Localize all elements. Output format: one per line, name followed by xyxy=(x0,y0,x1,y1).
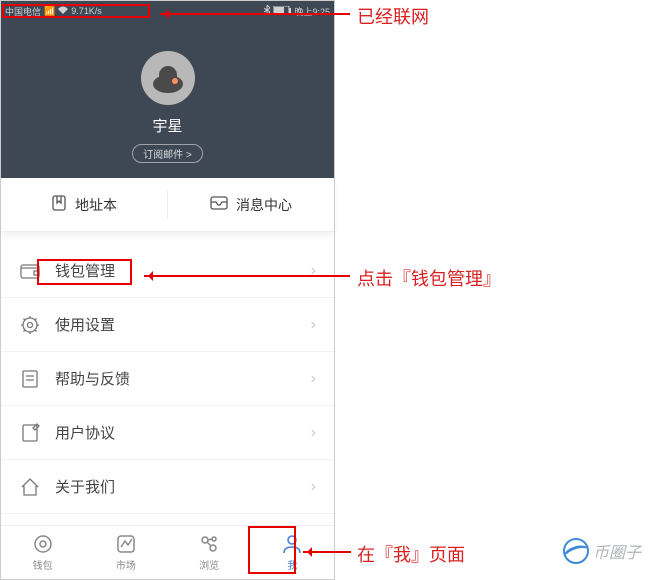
status-bar: 中国电信 📶 9.71K/s 晚上9:25 xyxy=(1,1,334,21)
tab-bar: 钱包 市场 浏览 我 xyxy=(1,525,334,579)
carrier-label: 中国电信 xyxy=(5,5,41,18)
menu-label: 使用设置 xyxy=(55,314,311,335)
browse-tab-icon xyxy=(198,533,220,555)
avatar[interactable] xyxy=(141,51,195,105)
tab-market[interactable]: 市场 xyxy=(84,526,167,579)
menu-settings[interactable]: 使用设置 › xyxy=(1,298,334,352)
profile-header: 宇星 订阅邮件 > xyxy=(1,21,334,178)
chevron-right-icon: › xyxy=(311,478,316,496)
tab-label: 浏览 xyxy=(199,557,219,572)
username: 宇星 xyxy=(152,115,182,136)
chevron-right-icon: › xyxy=(311,316,316,334)
speed-label: 9.71K/s xyxy=(71,6,102,16)
tab-label: 钱包 xyxy=(33,557,53,572)
bookmark-icon xyxy=(51,195,67,214)
annotation-connected: 已经联网 xyxy=(357,3,429,29)
tab-label: 市场 xyxy=(116,557,136,572)
wallet-tab-icon xyxy=(32,533,54,555)
inbox-icon xyxy=(210,196,228,213)
note-icon xyxy=(19,368,41,390)
home-icon xyxy=(19,476,41,498)
annotation-click-wallet: 点击『钱包管理』 xyxy=(357,265,501,291)
quick-row: 地址本 消息中心 xyxy=(1,178,334,232)
battery-icon xyxy=(273,6,291,17)
message-center-button[interactable]: 消息中心 xyxy=(168,178,334,231)
tab-wallet[interactable]: 钱包 xyxy=(1,526,84,579)
phone-frame: 中国电信 📶 9.71K/s 晚上9:25 宇星 订阅邮件 > xyxy=(0,0,335,580)
menu-agreement[interactable]: 用户协议 › xyxy=(1,406,334,460)
wallet-icon xyxy=(19,260,41,282)
signal-icon: 📶 xyxy=(44,6,55,17)
subscribe-button[interactable]: 订阅邮件 > xyxy=(132,144,203,163)
chevron-right-icon: › xyxy=(311,262,316,280)
watermark: 币圈子 xyxy=(563,538,641,564)
menu-help[interactable]: 帮助与反馈 › xyxy=(1,352,334,406)
wifi-icon xyxy=(58,6,68,16)
menu-label: 用户协议 xyxy=(55,422,311,443)
message-center-label: 消息中心 xyxy=(236,195,292,215)
tab-me[interactable]: 我 xyxy=(251,526,334,579)
person-tab-icon xyxy=(281,533,303,555)
annotation-me-page: 在『我』页面 xyxy=(357,541,465,567)
menu-label: 钱包管理 xyxy=(55,260,311,281)
chevron-right-icon: › xyxy=(311,424,316,442)
menu-label: 帮助与反馈 xyxy=(55,368,311,389)
menu-list: 钱包管理 › 使用设置 › 帮助与反馈 › 用户协议 › xyxy=(1,244,334,514)
watermark-logo-icon xyxy=(563,538,589,564)
time-label: 晚上9:25 xyxy=(294,5,330,18)
edit-icon xyxy=(19,422,41,444)
address-book-button[interactable]: 地址本 xyxy=(1,178,167,231)
menu-wallet-manage[interactable]: 钱包管理 › xyxy=(1,244,334,298)
gear-icon xyxy=(19,314,41,336)
tab-browse[interactable]: 浏览 xyxy=(168,526,251,579)
bluetooth-icon xyxy=(264,5,270,17)
chevron-right-icon: › xyxy=(311,370,316,388)
menu-about[interactable]: 关于我们 › xyxy=(1,460,334,514)
tab-label: 我 xyxy=(287,557,297,572)
address-book-label: 地址本 xyxy=(75,195,117,215)
menu-label: 关于我们 xyxy=(55,476,311,497)
market-tab-icon xyxy=(115,533,137,555)
watermark-text: 币圈子 xyxy=(593,539,641,563)
